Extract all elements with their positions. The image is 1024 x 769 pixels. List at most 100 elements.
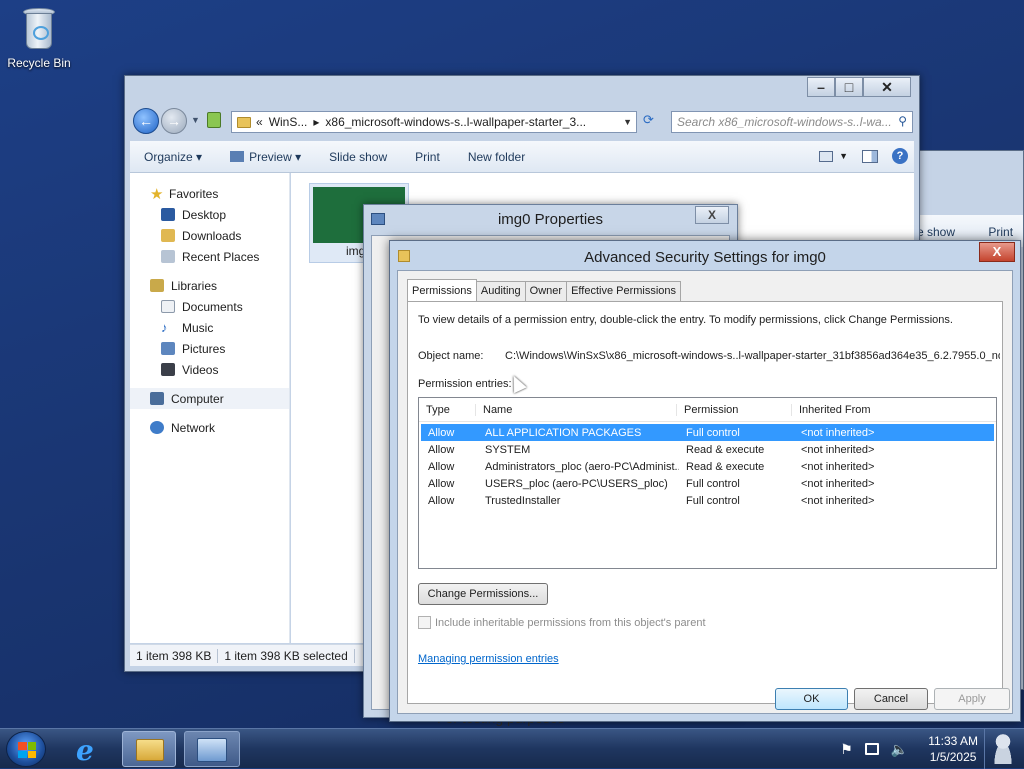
volume-icon[interactable]: 🔈: [891, 741, 908, 758]
properties-close-button[interactable]: X: [695, 206, 729, 224]
tab-auditing[interactable]: Auditing: [475, 281, 526, 301]
view-dropdown-icon[interactable]: ▼: [839, 151, 848, 161]
permission-row[interactable]: Allow SYSTEM Read & execute <not inherit…: [421, 441, 994, 458]
new-folder-button[interactable]: New folder: [468, 150, 525, 164]
action-center-flag-icon[interactable]: ⚑: [840, 741, 853, 758]
command-bar: Organize ▾ Preview ▾ Slide show Print Ne…: [130, 141, 914, 173]
explorer-taskbar-button[interactable]: [122, 731, 176, 767]
preview-icon: [230, 150, 245, 162]
status-selected: 1 item 398 KB selected: [218, 648, 355, 663]
checkbox-box[interactable]: [418, 616, 431, 629]
system-tray: ⚑ 🔈 11:33 AM 1/5/2025: [840, 733, 978, 765]
breadcrumb-separator-icon[interactable]: ▸: [313, 115, 319, 129]
forward-button[interactable]: →: [161, 108, 187, 134]
network-icon[interactable]: [864, 743, 879, 755]
nav-computer[interactable]: Computer: [130, 388, 289, 409]
include-inheritable-checkbox[interactable]: Include inheritable permissions from thi…: [418, 616, 706, 629]
permission-row[interactable]: Allow USERS_ploc (aero-PC\USERS_ploc) Fu…: [421, 475, 994, 492]
managing-permissions-link[interactable]: Managing permission entries: [418, 653, 559, 665]
preview-button[interactable]: Preview ▾: [230, 150, 301, 164]
column-inherited-from[interactable]: Inherited From: [792, 404, 992, 416]
desktop: Recycle Bin e show Print – □ ✕ ← → ▼ « W…: [0, 0, 1024, 728]
permissions-tab-body: To view details of a permission entry, d…: [407, 301, 1003, 704]
recycle-bin-label: Recycle Bin: [7, 56, 71, 70]
nav-libraries[interactable]: Libraries: [130, 275, 289, 296]
cancel-button[interactable]: Cancel: [854, 688, 928, 710]
computer-icon: [150, 392, 164, 405]
list-header: Type Name Permission Inherited From: [419, 398, 996, 422]
address-crumb-current[interactable]: x86_microsoft-windows-s..l-wallpaper-sta…: [325, 115, 586, 129]
search-placeholder: Search x86_microsoft-windows-s..l-wa...: [677, 115, 892, 129]
nav-desktop[interactable]: Desktop: [130, 204, 289, 225]
row-inherited: <not inherited>: [801, 460, 875, 473]
slideshow-button[interactable]: Slide show: [329, 150, 387, 164]
help-icon[interactable]: ?: [892, 148, 908, 164]
music-icon: ♪: [161, 320, 168, 335]
maximize-button[interactable]: □: [835, 77, 863, 97]
refresh-icon[interactable]: ⟳: [643, 112, 661, 132]
user-icon: [991, 734, 1015, 764]
address-dropdown-icon[interactable]: ▼: [623, 117, 632, 127]
bg-slideshow-label[interactable]: e show: [917, 225, 955, 239]
recent-pages-chevron-icon[interactable]: ▼: [191, 115, 200, 125]
clock[interactable]: 11:33 AM 1/5/2025: [928, 733, 978, 765]
permission-row[interactable]: Allow ALL APPLICATION PACKAGES Full cont…: [421, 424, 994, 441]
search-icon[interactable]: ⚲: [898, 114, 907, 128]
column-name[interactable]: Name: [476, 403, 677, 416]
tab-owner[interactable]: Owner: [524, 281, 568, 301]
folder-up-icon[interactable]: [207, 112, 221, 128]
windows-logo-icon: [18, 742, 36, 758]
search-input[interactable]: Search x86_microsoft-windows-s..l-wa... …: [671, 111, 913, 133]
status-items: 1 item 398 KB: [130, 648, 219, 663]
documents-icon: [161, 300, 175, 313]
bg-print-label[interactable]: Print: [988, 225, 1013, 239]
nav-music[interactable]: ♪ Music: [130, 317, 289, 338]
internet-explorer-icon: e: [76, 734, 94, 767]
row-permission: Read & execute: [686, 460, 765, 473]
clock-date: 1/5/2025: [929, 750, 977, 764]
column-permission[interactable]: Permission: [677, 403, 792, 416]
apply-button[interactable]: Apply: [934, 688, 1010, 710]
row-name: ALL APPLICATION PACKAGES: [485, 426, 642, 439]
change-permissions-button[interactable]: Change Permissions...: [418, 583, 548, 605]
preview-pane-icon[interactable]: [862, 149, 878, 163]
address-prefix[interactable]: «: [256, 115, 263, 129]
row-inherited: <not inherited>: [801, 426, 875, 439]
nav-network[interactable]: Network: [130, 417, 289, 438]
star-icon: ★: [150, 185, 164, 203]
permission-row[interactable]: Allow TrustedInstaller Full control <not…: [421, 492, 994, 509]
row-inherited: <not inherited>: [801, 443, 875, 456]
view-controls: ▼ ?: [819, 148, 908, 164]
instruction-text: To view details of a permission entry, d…: [418, 314, 953, 326]
tab-permissions[interactable]: Permissions: [407, 279, 477, 301]
advanced-close-button[interactable]: X: [979, 242, 1015, 262]
start-button[interactable]: [6, 731, 46, 767]
control-panel-taskbar-button[interactable]: [184, 731, 240, 767]
ok-button[interactable]: OK: [775, 688, 848, 710]
nav-pictures[interactable]: Pictures: [130, 338, 289, 359]
permission-row[interactable]: Allow Administrators_ploc (aero-PC\Admin…: [421, 458, 994, 475]
minimize-button[interactable]: –: [807, 77, 835, 97]
recycle-bin[interactable]: Recycle Bin: [6, 6, 72, 70]
change-view-icon[interactable]: [819, 150, 834, 162]
advanced-panel: Permissions Auditing Owner Effective Per…: [397, 270, 1013, 714]
print-button[interactable]: Print: [415, 150, 440, 164]
column-type[interactable]: Type: [419, 403, 476, 416]
address-bar[interactable]: « WinS... ▸ x86_microsoft-windows-s..l-w…: [231, 111, 637, 133]
back-button[interactable]: ←: [133, 108, 159, 134]
internet-explorer-taskbar-button[interactable]: e: [64, 731, 114, 767]
nav-favorites[interactable]: ★ Favorites: [130, 183, 289, 204]
show-desktop-button[interactable]: [984, 729, 1024, 769]
permission-entries-list[interactable]: Type Name Permission Inherited From Allo…: [418, 397, 997, 569]
close-button[interactable]: ✕: [863, 77, 911, 97]
videos-icon: [161, 363, 175, 376]
nav-downloads[interactable]: Downloads: [130, 225, 289, 246]
tab-effective-permissions[interactable]: Effective Permissions: [566, 281, 682, 301]
row-type: Allow: [428, 460, 455, 473]
nav-recent-places[interactable]: Recent Places: [130, 246, 289, 267]
organize-button[interactable]: Organize ▾: [144, 150, 202, 164]
nav-videos[interactable]: Videos: [130, 359, 289, 380]
address-crumb-winsxs[interactable]: WinS...: [269, 115, 308, 129]
advanced-security-dialog[interactable]: Advanced Security Settings for img0 X Pe…: [389, 240, 1021, 722]
nav-documents[interactable]: Documents: [130, 296, 289, 317]
